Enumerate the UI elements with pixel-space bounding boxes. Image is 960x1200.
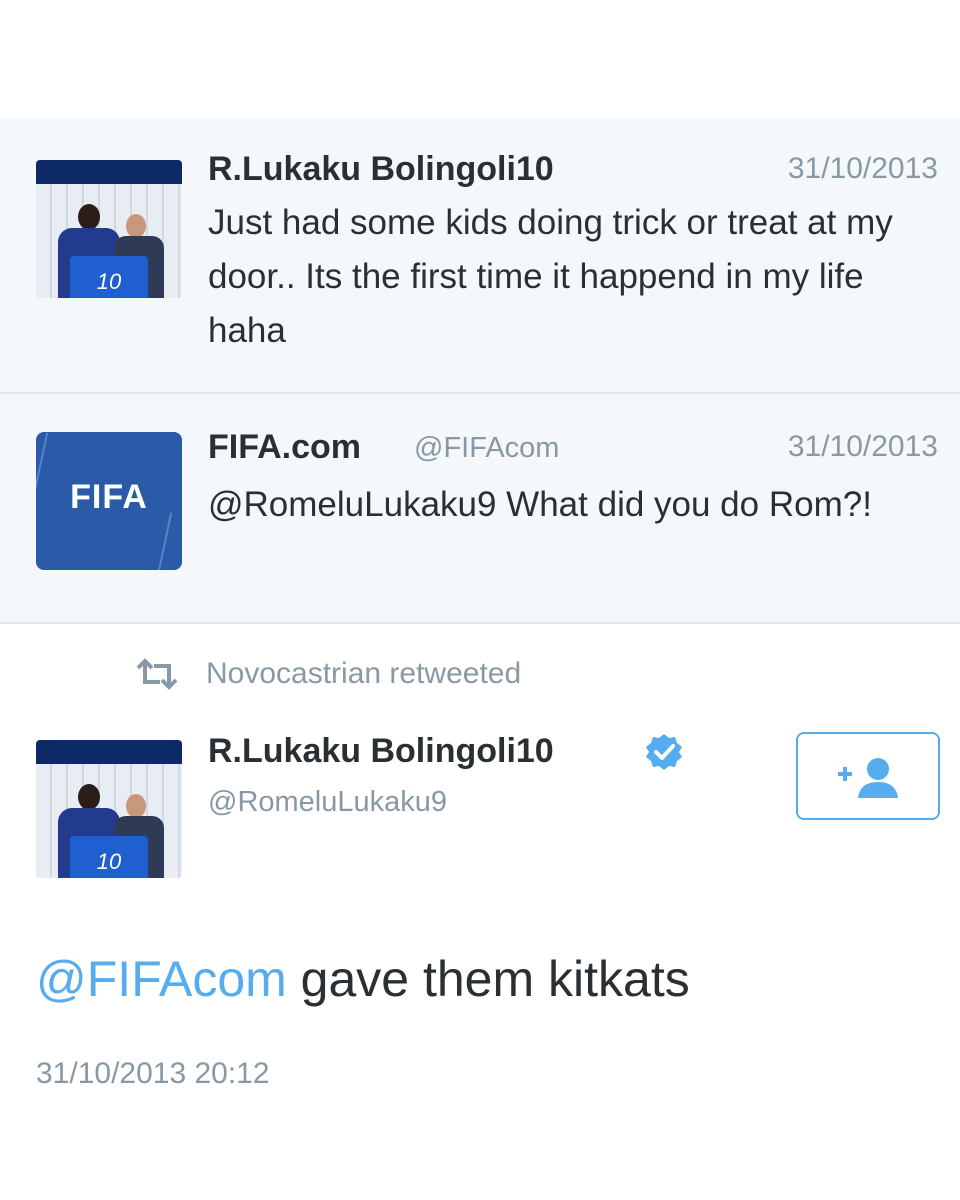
fifa-logo: FIFA (70, 478, 148, 516)
tweet-date: 31/10/2013 (787, 430, 938, 463)
avatar-person-head (126, 214, 146, 238)
retweet-context[interactable]: Novocastrian retweeted (134, 652, 521, 696)
tweet-author-name[interactable]: R.Lukaku Bolingoli10 (208, 150, 554, 189)
main-tweet-author-handle[interactable]: @RomeluLukaku9 (208, 786, 447, 819)
avatar-jersey: 10 (70, 836, 148, 878)
tweet-date: 31/10/2013 (787, 152, 938, 185)
avatar-banner (36, 740, 182, 764)
main-tweet-text: @FIFAcom gave them kitkats (36, 950, 690, 1008)
tweet-author-handle[interactable]: @FIFAcom (414, 432, 559, 465)
avatar[interactable]: FIFA (36, 432, 182, 570)
tweet-text: Just had some kids doing trick or treat … (208, 203, 893, 350)
main-tweet-author-name[interactable]: R.Lukaku Bolingoli10 (208, 732, 554, 771)
avatar-person-head (126, 794, 146, 818)
avatar-jersey: 10 (70, 256, 148, 298)
avatar-person-head (78, 204, 100, 230)
avatar[interactable]: 10 (36, 160, 182, 298)
tweet-author-name[interactable]: FIFA.com (208, 428, 361, 467)
tweet-row-lukaku[interactable]: 10 R.Lukaku Bolingoli10 31/10/2013 Just … (0, 118, 960, 394)
retweet-label: Novocastrian retweeted (206, 657, 522, 690)
tweet-row-fifa[interactable]: FIFA FIFA.com @FIFAcom 31/10/2013 @Romel… (0, 394, 960, 624)
top-spacer (0, 0, 960, 118)
avatar-banner (36, 160, 182, 184)
mention-link[interactable]: @FIFAcom (36, 951, 287, 1007)
retweet-icon (136, 658, 178, 690)
main-tweet-timestamp: 31/10/2013 20:12 (36, 1057, 270, 1090)
verified-badge-icon (646, 734, 682, 770)
tweet-text: @RomeluLukaku9 What did you do Rom?! (208, 485, 872, 524)
avatar-person-head (78, 784, 100, 810)
avatar[interactable]: 10 (36, 740, 182, 878)
follow-button[interactable] (796, 732, 940, 820)
avatar-decoration (157, 512, 173, 570)
add-user-icon (838, 758, 898, 798)
main-tweet-body: gave them kitkats (286, 951, 690, 1007)
